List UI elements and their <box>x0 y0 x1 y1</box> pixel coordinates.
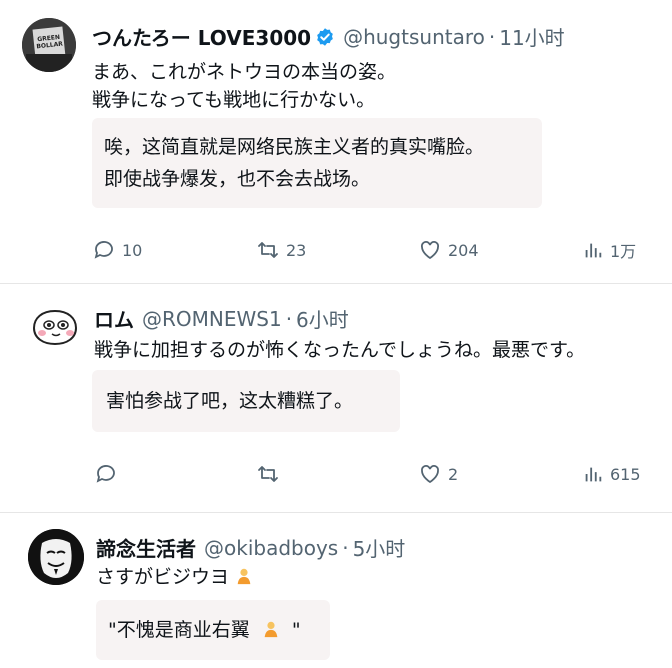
separator-dot: · <box>342 535 349 560</box>
retweet-button[interactable] <box>256 462 286 486</box>
tweet-2[interactable]: ロム @ROMNEWS1 · 6小时 戦争に加担するのが怖くなったんでしょうね。… <box>0 284 672 512</box>
like-count: 2 <box>448 464 459 484</box>
translation-line: 害怕参战了吧，这太糟糕了。 <box>106 390 354 412</box>
retweet-icon <box>258 466 278 482</box>
translation-line: "不愧是商业右翼 <box>108 619 250 641</box>
tweet-actions: 2 615 <box>0 462 672 492</box>
timestamp[interactable]: 11小时 <box>499 22 564 51</box>
translation-line: " <box>291 619 301 641</box>
avatar[interactable]: GREEN BOLLAR <box>22 18 76 72</box>
mask-face-icon <box>28 529 84 585</box>
avatar-sign-text: GREEN BOLLAR <box>36 33 64 51</box>
user-handle[interactable]: @ROMNEWS1 <box>142 307 282 331</box>
heart-icon <box>421 241 439 260</box>
tweet-text-line: 戦争になっても戦地に行かない。 <box>92 89 376 111</box>
timestamp[interactable]: 6小时 <box>296 304 349 333</box>
user-handle[interactable]: @hugtsuntaro <box>343 25 485 49</box>
display-name[interactable]: 諦念生活者 <box>96 533 196 562</box>
reply-count: 10 <box>122 240 143 260</box>
heart-icon <box>421 465 439 484</box>
tweet-1[interactable]: GREEN BOLLAR つんたろー LOVE3000 @hugtsuntaro… <box>0 0 672 283</box>
retweet-count: 23 <box>286 240 307 260</box>
tweet-text-line: まあ、これがネトウヨの本当の姿。 <box>92 61 397 83</box>
retweet-button[interactable]: 23 <box>256 238 306 262</box>
retweet-icon <box>258 242 278 258</box>
timestamp[interactable]: 5小时 <box>353 533 406 562</box>
analytics-icon <box>585 467 602 482</box>
tweet-text: さすがビジウヨ <box>96 563 253 591</box>
like-count: 204 <box>448 240 479 260</box>
tweet-text-line: さすがビジウヨ <box>96 566 230 588</box>
avatar[interactable] <box>28 302 82 356</box>
display-name[interactable]: つんたろー LOVE3000 <box>92 22 311 51</box>
like-button[interactable]: 2 <box>418 462 458 486</box>
like-button[interactable]: 204 <box>418 238 479 262</box>
reply-button[interactable] <box>94 462 124 486</box>
blob-face-icon <box>32 309 78 346</box>
view-count: 1万 <box>610 242 637 261</box>
person-emoji-icon <box>237 568 251 585</box>
separator-dot: · <box>488 24 496 49</box>
tweet-text: 戦争に加担するのが怖くなったんでしょうね。最悪です。 <box>94 336 585 364</box>
views-button[interactable]: 615 <box>582 462 641 486</box>
reply-icon <box>94 241 113 259</box>
view-count: 615 <box>610 464 641 484</box>
translation-box: "不愧是商业右翼 " <box>96 600 330 660</box>
separator-dot: · <box>285 306 293 331</box>
display-name[interactable]: ロム <box>94 304 134 333</box>
verified-badge-icon <box>317 27 333 46</box>
reply-button[interactable]: 10 <box>92 238 142 262</box>
reply-icon <box>96 465 115 483</box>
tweet-actions: 10 23 204 1万 <box>0 238 672 268</box>
translation-line: 即使战争爆发，也不会去战场。 <box>104 168 371 190</box>
analytics-icon <box>585 243 602 258</box>
views-button[interactable]: 1万 <box>582 238 636 262</box>
tweet-text: まあ、これがネトウヨの本当の姿。 戦争になっても戦地に行かない。 <box>92 58 396 114</box>
tweet-text-line: 戦争に加担するのが怖くなったんでしょうね。最悪です。 <box>94 339 586 361</box>
user-handle[interactable]: @okibadboys <box>204 536 338 560</box>
translation-box: 唉，这简直就是网络民族主义者的真实嘴脸。 即使战争爆发，也不会去战场。 <box>92 118 542 208</box>
translation-box: 害怕参战了吧，这太糟糕了。 <box>92 370 400 432</box>
translation-line: 唉，这简直就是网络民族主义者的真实嘴脸。 <box>104 136 485 158</box>
tweet-3[interactable]: 諦念生活者 @okibadboys · 5小时 さすがビジウヨ "不愧是商业右翼… <box>0 513 672 668</box>
avatar[interactable] <box>28 529 84 585</box>
person-emoji-icon <box>264 621 278 638</box>
